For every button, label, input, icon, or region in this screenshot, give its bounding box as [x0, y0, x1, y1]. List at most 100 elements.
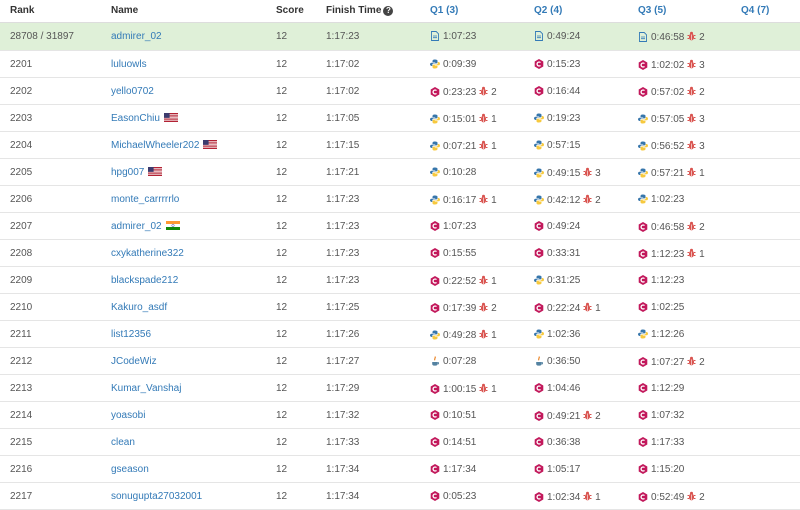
python-icon[interactable]: [430, 167, 443, 178]
cpp-icon[interactable]: [638, 464, 651, 475]
q3-time[interactable]: 1:12:29: [651, 383, 684, 394]
q3-time[interactable]: 0:57:02: [651, 87, 684, 98]
q1-time[interactable]: 0:09:39: [443, 59, 476, 70]
python-icon[interactable]: [638, 114, 651, 125]
header-q4[interactable]: Q4 (7): [741, 5, 769, 16]
q1-time[interactable]: 0:17:39: [443, 303, 476, 314]
q3-time[interactable]: 1:02:23: [651, 194, 684, 205]
q1-time[interactable]: 0:22:52: [443, 276, 476, 287]
q1-time[interactable]: 0:14:51: [443, 437, 476, 448]
cpp-icon[interactable]: [534, 248, 547, 259]
q1-time[interactable]: 0:16:17: [443, 195, 476, 206]
q3-time[interactable]: 0:52:49: [651, 492, 684, 503]
user-name-link[interactable]: clean: [111, 437, 135, 448]
cpp-icon[interactable]: [638, 492, 651, 503]
header-q1[interactable]: Q1 (3): [430, 5, 458, 16]
user-name-link[interactable]: blackspade212: [111, 275, 178, 286]
q1-time[interactable]: 0:15:55: [443, 248, 476, 259]
python-icon[interactable]: [638, 141, 651, 152]
q3-time[interactable]: 1:12:26: [651, 329, 684, 340]
user-name-link[interactable]: gseason: [111, 464, 149, 475]
q1-time[interactable]: 1:17:34: [443, 464, 476, 475]
q2-time[interactable]: 0:36:50: [547, 356, 580, 367]
q3-time[interactable]: 1:12:23: [651, 249, 684, 260]
cpp-icon[interactable]: [638, 302, 651, 313]
q1-time[interactable]: 1:00:15: [443, 384, 476, 395]
q3-time[interactable]: 1:02:25: [651, 302, 684, 313]
cpp-icon[interactable]: [638, 357, 651, 368]
q2-time[interactable]: 0:31:25: [547, 275, 580, 286]
q2-time[interactable]: 0:57:15: [547, 140, 580, 151]
cpp-icon[interactable]: [534, 411, 547, 422]
q2-time[interactable]: 0:16:44: [547, 86, 580, 97]
java-icon[interactable]: [534, 356, 547, 367]
cpp-icon[interactable]: [638, 410, 651, 421]
header-q2[interactable]: Q2 (4): [534, 5, 562, 16]
user-name-link[interactable]: EasonChiu: [111, 113, 160, 124]
q3-time[interactable]: 0:57:05: [651, 114, 684, 125]
q1-time[interactable]: 0:23:23: [443, 87, 476, 98]
cpp-icon[interactable]: [534, 383, 547, 394]
q1-time[interactable]: 0:49:28: [443, 330, 476, 341]
q2-time[interactable]: 0:15:23: [547, 59, 580, 70]
cpp-icon[interactable]: [638, 60, 651, 71]
cpp-icon[interactable]: [638, 383, 651, 394]
q2-time[interactable]: 0:33:31: [547, 248, 580, 259]
q1-time[interactable]: 0:10:51: [443, 410, 476, 421]
cpp-icon[interactable]: [430, 384, 443, 395]
cpp-icon[interactable]: [534, 86, 547, 97]
cpp-icon[interactable]: [638, 222, 651, 233]
user-name-link[interactable]: JCodeWiz: [111, 356, 157, 367]
cpp-icon[interactable]: [534, 464, 547, 475]
q3-time[interactable]: 0:46:58: [651, 32, 684, 43]
q1-time[interactable]: 0:07:28: [443, 356, 476, 367]
python-icon[interactable]: [430, 195, 443, 206]
user-name-link[interactable]: list12356: [111, 329, 151, 340]
header-q3[interactable]: Q3 (5): [638, 5, 666, 16]
python-icon[interactable]: [430, 330, 443, 341]
q3-time[interactable]: 1:17:33: [651, 437, 684, 448]
q1-time[interactable]: 1:07:23: [443, 31, 476, 42]
python-icon[interactable]: [534, 275, 547, 286]
q3-time[interactable]: 1:12:23: [651, 275, 684, 286]
q2-time[interactable]: 0:49:24: [547, 221, 580, 232]
document-icon[interactable]: [430, 31, 443, 42]
cpp-icon[interactable]: [430, 248, 443, 259]
user-name-link[interactable]: admirer_02: [111, 221, 162, 232]
q2-time[interactable]: 1:05:17: [547, 464, 580, 475]
q3-time[interactable]: 1:07:27: [651, 357, 684, 368]
user-name-link[interactable]: monte_carrrrrlo: [111, 194, 179, 205]
cpp-icon[interactable]: [534, 59, 547, 70]
user-name-link[interactable]: Kumar_Vanshaj: [111, 383, 181, 394]
cpp-icon[interactable]: [430, 221, 443, 232]
user-name-link[interactable]: luluowls: [111, 59, 147, 70]
user-name-link[interactable]: yello0702: [111, 86, 154, 97]
user-name-link[interactable]: hpg007: [111, 167, 144, 178]
question-icon[interactable]: ?: [383, 6, 394, 16]
q3-time[interactable]: 0:46:58: [651, 222, 684, 233]
q1-time[interactable]: 0:10:28: [443, 167, 476, 178]
document-icon[interactable]: [534, 31, 547, 42]
cpp-icon[interactable]: [430, 87, 443, 98]
cpp-icon[interactable]: [534, 492, 547, 503]
cpp-icon[interactable]: [534, 221, 547, 232]
q1-time[interactable]: 0:15:01: [443, 114, 476, 125]
cpp-icon[interactable]: [638, 87, 651, 98]
q1-time[interactable]: 0:07:21: [443, 141, 476, 152]
cpp-icon[interactable]: [430, 276, 443, 287]
cpp-icon[interactable]: [430, 491, 443, 502]
user-name-link[interactable]: Kakuro_asdf: [111, 302, 167, 313]
cpp-icon[interactable]: [430, 437, 443, 448]
q2-time[interactable]: 0:49:24: [547, 31, 580, 42]
cpp-icon[interactable]: [534, 303, 547, 314]
cpp-icon[interactable]: [638, 437, 651, 448]
java-icon[interactable]: [430, 356, 443, 367]
q2-time[interactable]: 0:42:12: [547, 195, 580, 206]
q2-time[interactable]: 0:22:24: [547, 303, 580, 314]
python-icon[interactable]: [534, 113, 547, 124]
python-icon[interactable]: [430, 59, 443, 70]
user-name-link[interactable]: admirer_02: [111, 31, 162, 42]
python-icon[interactable]: [534, 195, 547, 206]
python-icon[interactable]: [534, 168, 547, 179]
q2-time[interactable]: 0:19:23: [547, 113, 580, 124]
